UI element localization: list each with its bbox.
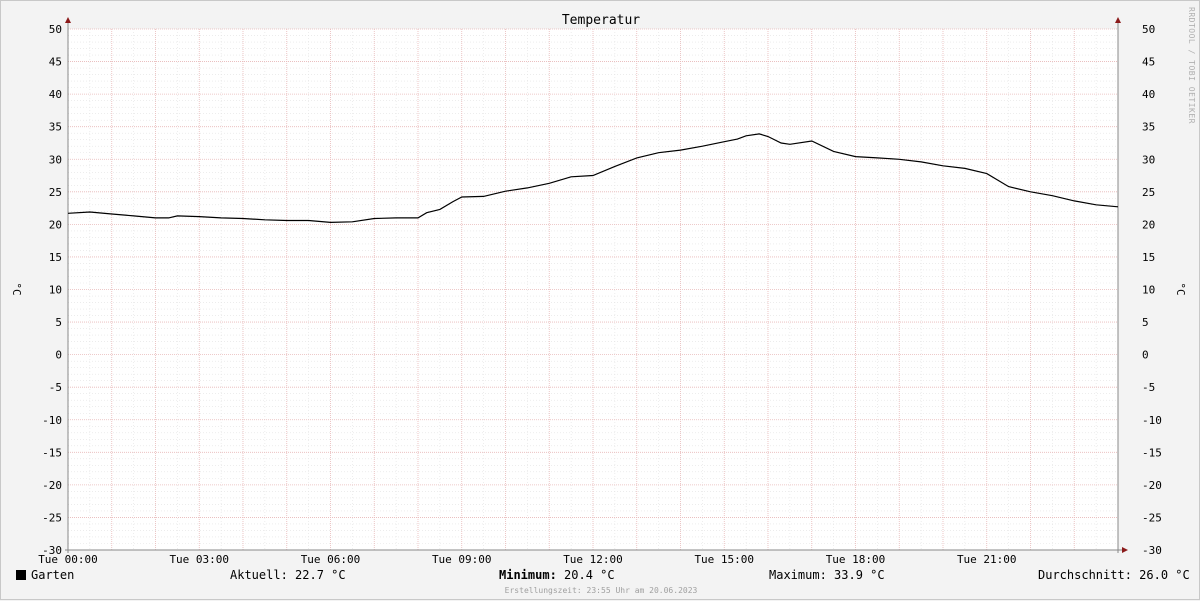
y-tick-label-right: 15 [1142,251,1155,264]
x-tick-label: Tue 03:00 [169,553,229,566]
y-tick-label-left: -15 [42,446,62,459]
y-tick-label-left: 40 [49,88,62,101]
y-tick-label-left: -20 [42,479,62,492]
y-tick-label-right: 35 [1142,121,1155,134]
legend-maximum: Maximum: 33.9 °C [769,568,885,582]
y-axis-left-arrow [65,17,71,23]
y-tick-label-right: 20 [1142,218,1155,231]
y-tick-label-right: -30 [1142,544,1162,557]
y-tick-label-left: 50 [49,23,62,36]
y-tick-label-left: -5 [49,381,62,394]
x-tick-label: Tue 00:00 [38,553,98,566]
watermark: RRDTOOL / TOBI OETIKER [1187,7,1196,124]
y-tick-label-left: -10 [42,414,62,427]
y-tick-label-left: -25 [42,511,62,524]
y-tick-label-right: 50 [1142,23,1155,36]
y-tick-label-right: 40 [1142,88,1155,101]
y-tick-label-right: 25 [1142,186,1155,199]
y-tick-label-left: 15 [49,251,62,264]
x-tick-label: Tue 06:00 [301,553,361,566]
y-tick-label-left: 5 [55,316,62,329]
legend-series-name: Garten [31,568,75,582]
y-tick-label-left: 25 [49,186,62,199]
y-tick-label-right: 5 [1142,316,1149,329]
legend-minimum-value: 20.4 °C [556,568,615,582]
chart-frame: 50 45 40 35 30 25 20 15 10 5 0 -5 -10 -15 -20 -25 -30 50… [0,0,1200,600]
temperature-chart: 50454035302520151050-5-10-15-20-25-30 50… [10,13,1187,566]
y-tick-label-right: -15 [1142,446,1162,459]
legend-average: Durchschnitt: 26.0 °C [1038,568,1190,582]
legend-series: Garten [16,568,74,582]
y-tick-label-left: 0 [55,349,62,362]
legend-swatch [16,570,26,580]
x-axis-arrow [1122,547,1128,553]
x-axis-ticks: Tue 00:00 Tue 03:00 Tue 06:00 Tue 09:00 Tue … [38,553,1016,566]
legend-current: Aktuell: 22.7 °C [230,568,346,582]
y-tick-label-left: 30 [49,153,62,166]
y-tick-label-right: 10 [1142,284,1155,297]
y-tick-label-right: -10 [1142,414,1162,427]
y-tick-label-left: 45 [49,56,62,69]
x-tick-label: Tue 15:00 [694,553,754,566]
y-axis-label-left: °C [10,282,23,295]
legend-minimum: Minimum: 20.4 °C [499,568,615,582]
y-tick-label-right: 45 [1142,56,1155,69]
x-tick-label: Tue 21:00 [957,553,1017,566]
legend-minimum-label: Minimum: [499,568,557,582]
y-tick-label-right: -5 [1142,381,1155,394]
y-tick-label-right: -20 [1142,479,1162,492]
y-tick-label-left: 10 [49,284,62,297]
y-tick-label-right: 0 [1142,349,1149,362]
y-tick-label-left: 35 [49,121,62,134]
y-tick-label-left: 20 [49,218,62,231]
y-axis-right-arrow [1115,17,1121,23]
y-axis-left-ticks: 50454035302520151050-5-10-15-20-25-30 [42,23,62,557]
y-axis-right-ticks: 50454035302520151050-5-10-15-20-25-30 [1142,23,1162,557]
footer-timestamp: Erstellungszeit: 23:55 Uhr am 20.06.2023 [504,586,698,595]
x-tick-label: Tue 09:00 [432,553,492,566]
y-axis-label-right: °C [1174,282,1187,295]
y-tick-label-right: 30 [1142,153,1155,166]
y-tick-label-right: -25 [1142,511,1162,524]
x-tick-label: Tue 12:00 [563,553,623,566]
chart-title: Temperatur [562,13,640,28]
x-tick-label: Tue 18:00 [826,553,886,566]
